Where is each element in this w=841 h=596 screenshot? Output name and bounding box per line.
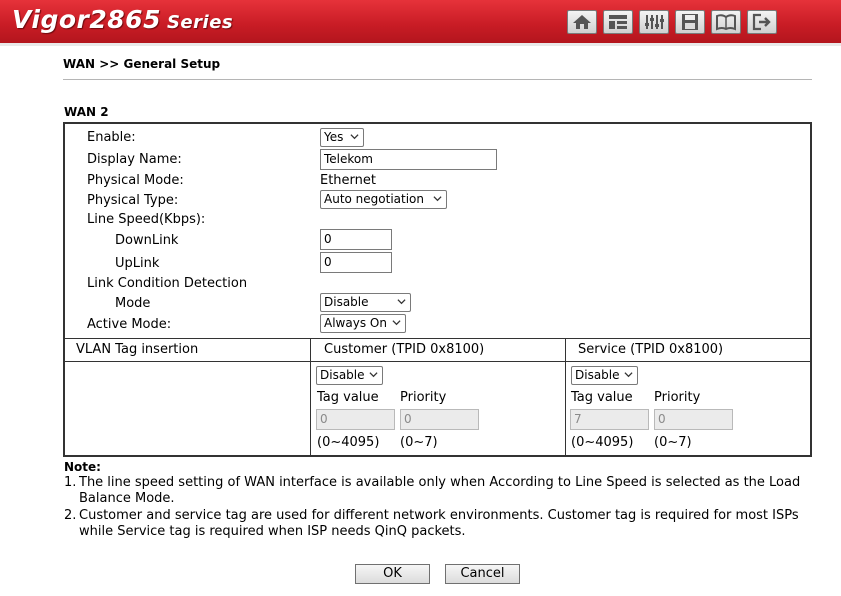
- physical-type-label: Physical Type:: [87, 193, 179, 208]
- service-tag-select[interactable]: Disable: [571, 366, 638, 385]
- mode-label: Mode: [115, 296, 151, 311]
- chevron-down-icon: [350, 134, 359, 140]
- service-tag-value-input[interactable]: 7: [570, 409, 649, 430]
- chevron-down-icon: [433, 196, 442, 202]
- note-item: 2. Customer and service tag are used for…: [64, 508, 804, 540]
- active-mode-select-value: Always On: [324, 316, 387, 330]
- section-title: WAN 2: [64, 105, 109, 119]
- active-mode-label: Active Mode:: [87, 317, 172, 332]
- chevron-down-icon: [369, 372, 378, 378]
- line-speed-label: Line Speed(Kbps):: [87, 212, 206, 227]
- service-header: Service (TPID 0x8100): [578, 342, 724, 357]
- save-button[interactable]: [675, 10, 705, 34]
- logout-icon: [752, 13, 771, 31]
- save-icon: [682, 14, 698, 30]
- chevron-down-icon: [392, 320, 401, 326]
- vlan-divider-top: [63, 338, 812, 339]
- service-tag-select-value: Disable: [575, 368, 620, 382]
- service-priority-range: (0~7): [654, 435, 692, 450]
- brand-logo: Vigor2865 Series: [12, 5, 233, 34]
- customer-header: Customer (TPID 0x8100): [324, 342, 485, 357]
- customer-priority-label: Priority: [400, 390, 447, 405]
- physical-mode-value: Ethernet: [320, 173, 376, 188]
- active-mode-select[interactable]: Always On: [320, 314, 406, 333]
- vlan-col-divider-1: [310, 338, 311, 456]
- customer-tag-select[interactable]: Disable: [316, 366, 383, 385]
- customer-tag-range: (0~4095): [317, 435, 380, 450]
- top-banner: Vigor2865 Series: [0, 0, 841, 46]
- downlink-label: DownLink: [115, 233, 179, 248]
- service-priority-input[interactable]: 0: [654, 409, 733, 430]
- mode-select-value: Disable: [324, 295, 369, 309]
- display-name-label: Display Name:: [87, 152, 182, 167]
- uplink-input[interactable]: 0: [320, 252, 392, 273]
- dashboard-button[interactable]: [603, 10, 633, 34]
- manual-button[interactable]: [711, 10, 741, 34]
- display-name-input[interactable]: Telekom: [320, 149, 497, 170]
- ok-button[interactable]: OK: [355, 564, 430, 584]
- home-icon: [573, 15, 591, 29]
- breadcrumb: WAN >> General Setup: [63, 57, 221, 71]
- note-number: 2.: [64, 508, 77, 523]
- brand-model: Vigor2865: [12, 5, 161, 34]
- settings-button[interactable]: [639, 10, 669, 34]
- physical-type-select[interactable]: Auto negotiation: [320, 190, 447, 209]
- customer-tag-select-value: Disable: [320, 368, 365, 382]
- uplink-label: UpLink: [115, 256, 160, 271]
- physical-type-select-value: Auto negotiation: [324, 192, 425, 206]
- note-text: The line speed setting of WAN interface …: [79, 475, 801, 506]
- downlink-input[interactable]: 0: [320, 229, 392, 250]
- dashboard-icon: [609, 15, 627, 29]
- mode-select[interactable]: Disable: [320, 293, 411, 312]
- home-button[interactable]: [567, 10, 597, 34]
- customer-priority-input[interactable]: 0: [400, 409, 479, 430]
- enable-select[interactable]: Yes: [320, 128, 364, 147]
- breadcrumb-divider: [63, 79, 812, 80]
- customer-tag-value-label: Tag value: [317, 390, 379, 405]
- enable-select-value: Yes: [324, 130, 344, 144]
- chevron-down-icon: [397, 299, 406, 305]
- service-priority-label: Priority: [654, 390, 701, 405]
- notes-title: Note:: [64, 460, 101, 474]
- settings-icon: [645, 15, 664, 29]
- enable-label: Enable:: [87, 130, 136, 145]
- vlan-divider-header: [63, 361, 812, 362]
- note-item: 1. The line speed setting of WAN interfa…: [64, 475, 804, 507]
- toolbar: [567, 10, 777, 34]
- logout-button[interactable]: [747, 10, 777, 34]
- link-condition-label: Link Condition Detection: [87, 276, 248, 291]
- chevron-down-icon: [624, 372, 633, 378]
- service-tag-value-label: Tag value: [571, 390, 633, 405]
- customer-tag-value-input[interactable]: 0: [316, 409, 395, 430]
- note-number: 1.: [64, 475, 77, 490]
- manual-icon: [716, 14, 736, 31]
- service-tag-range: (0~4095): [571, 435, 634, 450]
- vlan-tag-header: VLAN Tag insertion: [76, 342, 199, 357]
- cancel-button[interactable]: Cancel: [445, 564, 520, 584]
- notes-section: Note: 1. The line speed setting of WAN i…: [64, 460, 804, 540]
- customer-priority-range: (0~7): [400, 435, 438, 450]
- physical-mode-label: Physical Mode:: [87, 173, 184, 188]
- vlan-col-divider-2: [565, 338, 566, 456]
- brand-series: Series: [166, 12, 234, 33]
- note-text: Customer and service tag are used for di…: [79, 508, 799, 539]
